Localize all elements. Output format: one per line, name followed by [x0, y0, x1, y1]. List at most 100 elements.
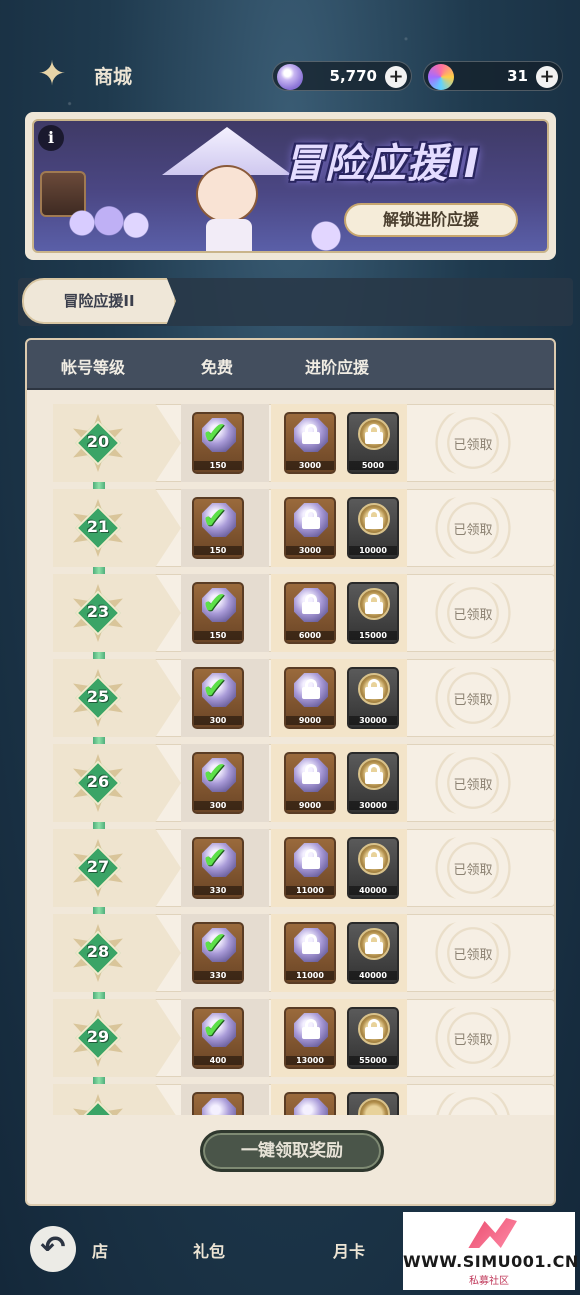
claimed-label: 已领取 [453, 948, 493, 963]
claimed-stamp: 已领取 [425, 920, 521, 986]
claimed-label: 已领取 [453, 608, 493, 623]
checkmark-icon: ✔ [202, 841, 228, 876]
advanced-gem-reward[interactable]: 9000 [284, 752, 336, 814]
advanced-coin-reward[interactable]: 10000 [347, 497, 399, 559]
advanced-coin-reward[interactable]: 5000 [347, 412, 399, 474]
level-number: 29 [86, 1027, 110, 1046]
reward-quantity: 13000 [286, 1056, 334, 1065]
level-badge-icon: 26 [69, 754, 127, 812]
advanced-gem-reward[interactable]: 11000 [284, 837, 336, 899]
level-badge-icon: 28 [69, 924, 127, 982]
reward-quantity: 55000 [349, 1056, 397, 1065]
lock-icon [365, 594, 383, 614]
reward-quantity: 30000 [349, 801, 397, 810]
lock-icon [302, 934, 320, 954]
advanced-gem-reward[interactable]: 11000 [284, 922, 336, 984]
watermark: WWW.SIMU001.CN 私募社区 [403, 1212, 579, 1290]
level-number: 27 [86, 857, 110, 876]
free-reward-item[interactable]: ✔ 330 [192, 922, 244, 984]
character-illustration [154, 127, 304, 251]
advanced-coin-reward[interactable] [347, 1092, 399, 1115]
coin-currency[interactable]: 31 + [423, 61, 563, 91]
reward-quantity: 30000 [349, 716, 397, 725]
tab-label: 冒险应援II [63, 292, 135, 310]
claimed-label: 已领取 [453, 693, 493, 708]
reward-quantity: 9000 [286, 716, 334, 725]
checkmark-icon: ✔ [202, 586, 228, 621]
level-badge-icon: 20 [69, 414, 127, 472]
reward-quantity: 40000 [349, 886, 397, 895]
checkmark-icon: ✔ [202, 416, 228, 451]
unlock-advanced-button[interactable]: 解锁进阶应援 [344, 203, 518, 237]
free-reward-item[interactable]: ✔ 150 [192, 497, 244, 559]
advanced-gem-reward[interactable] [284, 1092, 336, 1115]
reward-row: 21 ✔ 150 3000 10000 已领取 [53, 489, 554, 567]
crystal-gem-icon [202, 1098, 236, 1115]
col-advanced-header: 进阶应援 [305, 358, 370, 377]
reward-panel: 帐号等级 免费 进阶应援 20 ✔ 150 3000 5000 已领取 21 ✔ 150 3000… [25, 338, 556, 1206]
add-coins-button[interactable]: + [536, 66, 558, 88]
lock-icon [365, 424, 383, 444]
free-reward-item[interactable]: ✔ 300 [192, 667, 244, 729]
lock-icon [365, 849, 383, 869]
reward-list[interactable]: 20 ✔ 150 3000 5000 已领取 21 ✔ 150 3000 10000 已领取 23 ✔ 15… [27, 400, 554, 1115]
lock-icon [365, 509, 383, 529]
advanced-coin-reward[interactable]: 55000 [347, 1007, 399, 1069]
advanced-coin-reward[interactable]: 40000 [347, 837, 399, 899]
reward-row: 25 ✔ 300 9000 30000 已领取 [53, 659, 554, 737]
advanced-gem-reward[interactable]: 9000 [284, 667, 336, 729]
lock-icon [365, 934, 383, 954]
reward-row: 23 ✔ 150 6000 15000 已领取 [53, 574, 554, 652]
free-reward-item[interactable]: ✔ 150 [192, 582, 244, 644]
free-reward-item[interactable]: ✔ 300 [192, 752, 244, 814]
advanced-coin-reward[interactable]: 15000 [347, 582, 399, 644]
gem-currency[interactable]: 5,770 + [272, 61, 412, 91]
reward-row: 26 ✔ 300 9000 30000 已领取 [53, 744, 554, 822]
tab-strip: 冒险应援II [18, 278, 573, 326]
free-reward-item[interactable] [192, 1092, 244, 1115]
reward-quantity: 6000 [286, 631, 334, 640]
free-reward-item[interactable]: ✔ 150 [192, 412, 244, 474]
claim-all-button[interactable]: 一键领取奖励 [200, 1130, 384, 1172]
reward-quantity: 400 [194, 1056, 242, 1065]
advanced-coin-reward[interactable]: 30000 [347, 752, 399, 814]
reward-quantity: 40000 [349, 971, 397, 980]
free-reward-item[interactable]: ✔ 400 [192, 1007, 244, 1069]
lock-icon [302, 849, 320, 869]
back-arrow-icon[interactable]: ↶ [30, 1226, 76, 1272]
checkmark-icon: ✔ [202, 926, 228, 961]
level-badge-icon: 25 [69, 669, 127, 727]
add-gems-button[interactable]: + [385, 66, 407, 88]
tab-adventure-support[interactable]: 冒险应援II [22, 278, 176, 324]
watermark-text: WWW.SIMU001.CN [403, 1252, 579, 1271]
reward-row: 28 ✔ 330 11000 40000 已领取 [53, 914, 554, 992]
reward-quantity: 5000 [349, 461, 397, 470]
advanced-coin-reward[interactable]: 40000 [347, 922, 399, 984]
crystal-pile-icon [64, 201, 154, 245]
lock-icon [302, 1019, 320, 1039]
col-free-header: 免费 [201, 358, 234, 377]
level-badge-icon: 27 [69, 839, 127, 897]
claimed-label: 已领取 [453, 1033, 493, 1048]
reward-quantity: 300 [194, 716, 242, 725]
lock-icon [302, 424, 320, 444]
advanced-gem-reward[interactable]: 13000 [284, 1007, 336, 1069]
advanced-gem-reward[interactable]: 6000 [284, 582, 336, 644]
reward-quantity: 9000 [286, 801, 334, 810]
free-reward-item[interactable]: ✔ 330 [192, 837, 244, 899]
advanced-gem-reward[interactable]: 3000 [284, 497, 336, 559]
info-icon[interactable]: i [38, 125, 64, 151]
level-number: 21 [86, 517, 110, 536]
level-number: 20 [86, 432, 110, 451]
nav-shop[interactable]: 店 [92, 1238, 108, 1262]
claimed-stamp: 已领取 [425, 750, 521, 816]
advanced-gem-reward[interactable]: 3000 [284, 412, 336, 474]
claimed-stamp: 已领取 [425, 835, 521, 901]
lock-icon [365, 1019, 383, 1039]
nav-gift-pack[interactable]: 礼包 [193, 1238, 225, 1262]
level-number: 25 [86, 687, 110, 706]
advanced-coin-reward[interactable]: 30000 [347, 667, 399, 729]
coin-amount: 31 [507, 67, 528, 85]
sparkle-star-icon: ✦ [37, 54, 67, 94]
nav-monthly-card[interactable]: 月卡 [333, 1238, 365, 1262]
